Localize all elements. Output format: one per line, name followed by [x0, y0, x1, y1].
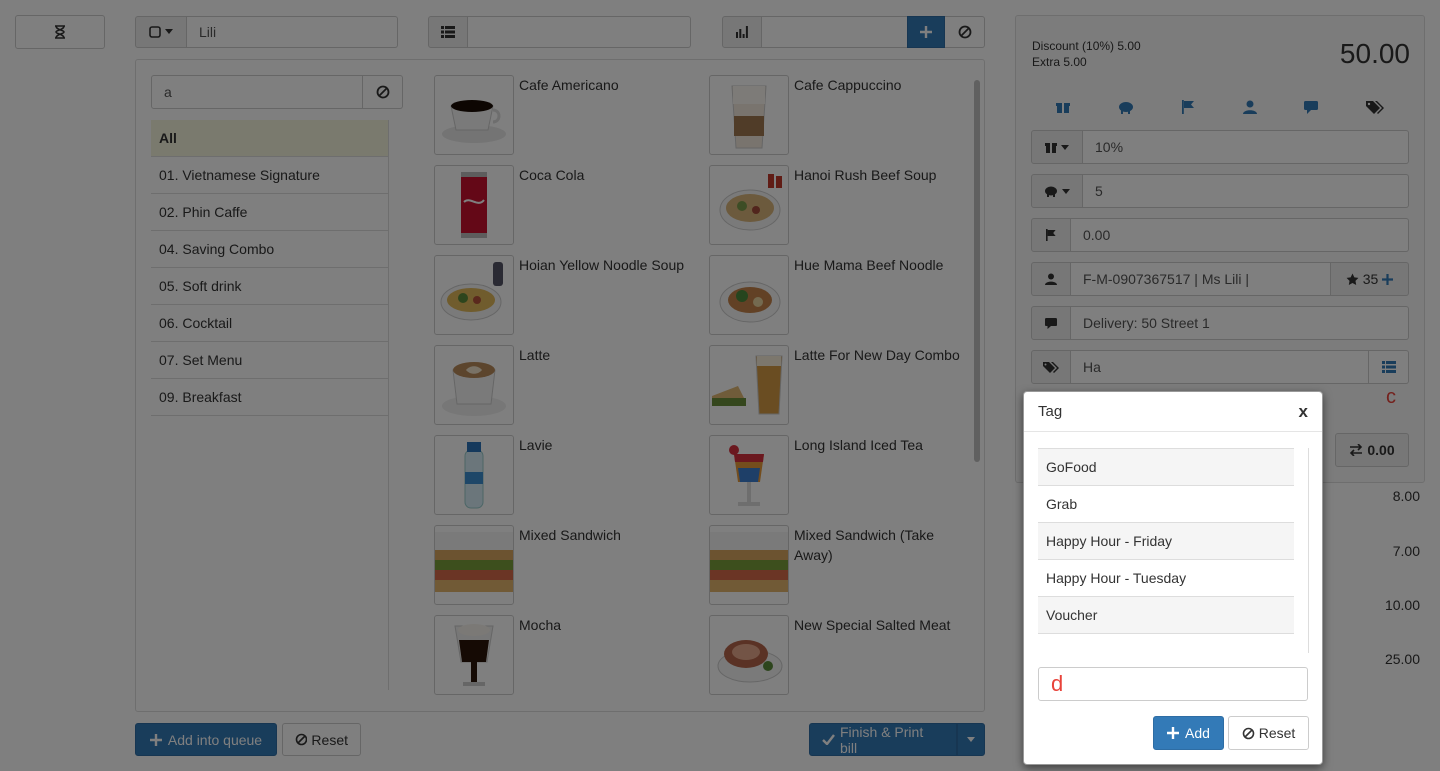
tag-item[interactable]: Happy Hour - Friday: [1038, 523, 1294, 560]
tag-add-label: Add: [1185, 725, 1210, 741]
tag-list: GoFood Grab Happy Hour - Friday Happy Ho…: [1038, 448, 1294, 634]
ban-icon: [1242, 727, 1255, 739]
tag-item[interactable]: Happy Hour - Tuesday: [1038, 560, 1294, 597]
plus-icon: [1167, 727, 1180, 739]
modal-header: Tag x: [1024, 392, 1322, 432]
tag-modal: Tag x GoFood Grab Happy Hour - Friday Ha…: [1023, 391, 1323, 765]
new-tag-value: d: [1051, 671, 1064, 696]
new-tag-input[interactable]: d: [1038, 667, 1308, 701]
tag-reset-button[interactable]: Reset: [1228, 716, 1309, 750]
tag-item[interactable]: Grab: [1038, 486, 1294, 523]
tag-item[interactable]: GoFood: [1038, 449, 1294, 486]
tag-reset-label: Reset: [1258, 725, 1296, 741]
modal-close-button[interactable]: x: [1299, 402, 1308, 422]
tag-item[interactable]: Voucher: [1038, 597, 1294, 634]
tag-list-scrollbar[interactable]: [1308, 448, 1309, 653]
tag-add-button[interactable]: Add: [1153, 716, 1224, 750]
modal-title: Tag: [1038, 403, 1063, 420]
